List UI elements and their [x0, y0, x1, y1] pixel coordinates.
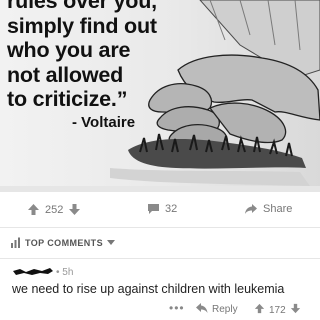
- post-action-bar: 252 32 Share: [0, 197, 320, 225]
- bar-chart-icon: [10, 237, 21, 250]
- comment-age: • 5h: [56, 266, 74, 278]
- chevron-down-icon: [106, 238, 115, 248]
- upvote-count: 252: [45, 203, 64, 216]
- more-options-button[interactable]: •••: [169, 301, 185, 315]
- share-label: Share: [263, 203, 293, 215]
- quote-text: rules over you, simply find out who you …: [7, 0, 157, 111]
- reply-arrow-icon: [196, 303, 208, 316]
- comment-bubble-icon: [147, 203, 160, 215]
- comment-body: we need to rise up against children with…: [12, 282, 285, 296]
- quote-author: - Voltaire: [72, 114, 136, 131]
- comment-meta: • 5h: [12, 266, 73, 278]
- comment-vote-count: 172: [269, 304, 286, 316]
- sort-label: TOP COMMENTS: [25, 238, 103, 248]
- arrow-down-icon[interactable]: [290, 303, 301, 317]
- divider: [0, 227, 320, 228]
- comment-sort-dropdown[interactable]: TOP COMMENTS: [10, 236, 115, 250]
- comment-count: 32: [165, 203, 178, 215]
- comment-item: • 5h we need to rise up against children…: [0, 262, 320, 320]
- comments-button[interactable]: 32: [147, 203, 177, 215]
- reply-button[interactable]: Reply: [196, 303, 238, 316]
- post-image[interactable]: rules over you, simply find out who you …: [0, 0, 320, 192]
- comment-vote-group: 172: [254, 303, 301, 317]
- arrow-up-icon[interactable]: [254, 303, 265, 317]
- redacted-username[interactable]: [12, 267, 54, 277]
- arrow-up-icon[interactable]: [27, 203, 40, 216]
- app-screen: rules over you, simply find out who you …: [0, 0, 320, 320]
- arrow-down-icon[interactable]: [68, 203, 81, 216]
- share-button[interactable]: Share: [244, 203, 292, 215]
- comment-actions: ••• Reply 172: [0, 301, 320, 317]
- reply-label: Reply: [212, 304, 238, 315]
- share-arrow-icon: [244, 203, 258, 215]
- post-vote-group: 252: [27, 203, 81, 216]
- divider: [0, 258, 320, 259]
